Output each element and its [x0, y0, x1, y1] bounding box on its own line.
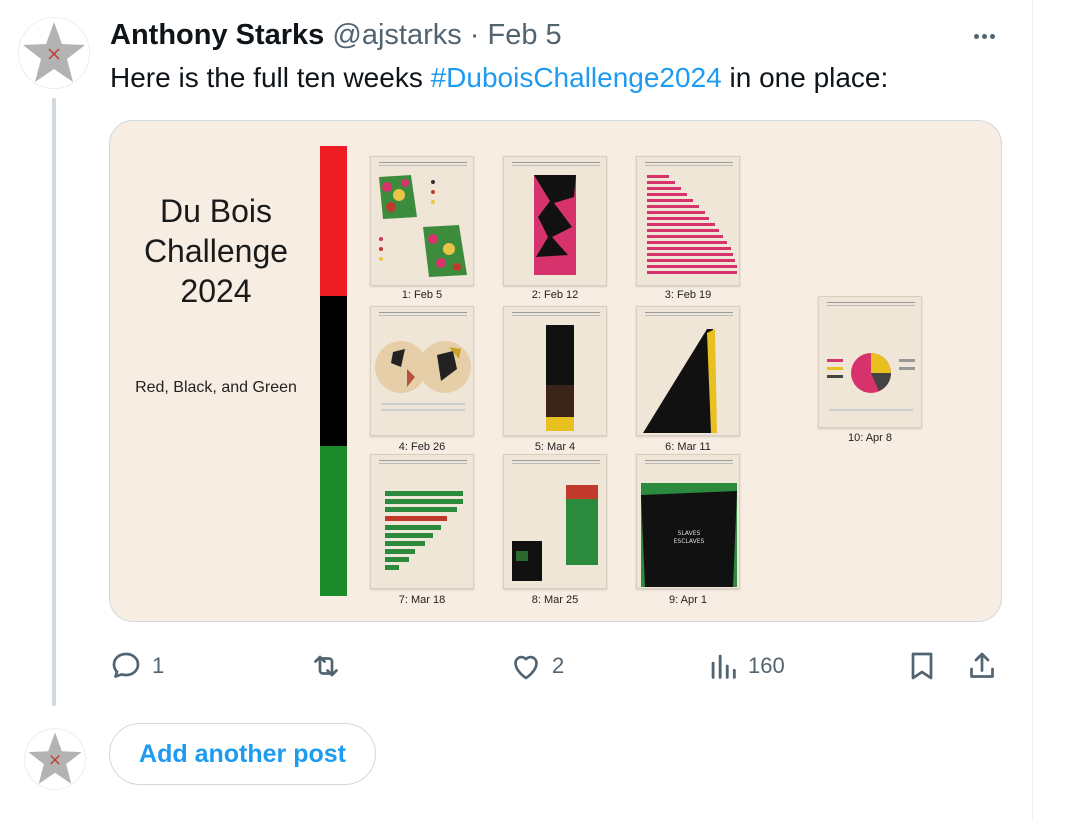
hashtag-link[interactable]: #DuboisChallenge2024 — [431, 62, 722, 93]
caption-1: 1: Feb 5 — [401, 289, 443, 301]
post-header: Anthony Starks @ajstarks · Feb 5 — [110, 17, 562, 53]
caption-2: 2: Feb 12 — [531, 289, 579, 301]
like-button[interactable]: 2 — [508, 644, 564, 688]
svg-text:ESCLAVES: ESCLAVES — [674, 538, 705, 545]
more-options-icon[interactable] — [966, 22, 1002, 50]
caption-8: 8: Mar 25 — [531, 594, 579, 606]
separator: · — [461, 19, 488, 51]
caption-9: 9: Apr 1 — [669, 594, 707, 606]
thumbnail-7 — [370, 454, 474, 589]
image-title: Du Bois Challenge 2024 — [110, 191, 322, 311]
repost-button[interactable] — [308, 644, 352, 688]
thumbnail-10 — [818, 296, 922, 428]
thumbnail-1 — [370, 156, 474, 286]
thumbnail-8 — [503, 454, 607, 589]
caption-6: 6: Mar 11 — [665, 441, 711, 453]
author-handle[interactable]: @ajstarks — [332, 19, 461, 51]
views-icon — [711, 654, 736, 679]
thread-line — [52, 98, 56, 706]
image-title-line-2: Challenge — [143, 233, 289, 269]
repost-icon — [314, 655, 338, 677]
bookmark-button[interactable] — [904, 644, 940, 688]
heart-icon — [514, 655, 538, 680]
share-icon — [970, 652, 994, 678]
bookmark-icon — [911, 652, 933, 680]
reply-icon — [112, 652, 140, 678]
author-name[interactable]: Anthony Starks — [110, 19, 324, 51]
caption-3: 3: Feb 19 — [664, 289, 712, 301]
thumbnail-6 — [636, 306, 740, 436]
reply-button[interactable]: 1 — [108, 644, 164, 688]
post-text-after: in one place: — [721, 62, 889, 93]
caption-4: 4: Feb 26 — [398, 441, 446, 453]
thumbnail-9: SLAVES ESCLAVES — [636, 454, 740, 589]
share-button[interactable] — [964, 644, 1000, 688]
caption-7: 7: Mar 18 — [398, 594, 446, 606]
column-divider — [1032, 0, 1033, 820]
reply-count: 1 — [152, 653, 165, 678]
thumbnail-5 — [503, 306, 607, 436]
post-text: Here is the full ten weeks #DuboisChalle… — [110, 60, 888, 96]
star-avatar-icon — [23, 22, 85, 82]
composer-avatar[interactable] — [24, 728, 86, 790]
action-bar: 1 2 160 — [0, 644, 1032, 688]
thumbnail-2 — [503, 156, 607, 286]
thumbnail-4 — [370, 306, 474, 436]
tricolor-flag — [320, 146, 347, 596]
view-count: 160 — [748, 653, 785, 678]
caption-10: 10: Apr 8 — [847, 432, 893, 444]
thumbnail-3 — [636, 156, 740, 286]
post-text-before: Here is the full ten weeks — [110, 62, 431, 93]
like-count: 2 — [552, 653, 565, 678]
svg-text:SLAVES: SLAVES — [678, 530, 701, 537]
star-avatar-icon — [28, 732, 82, 784]
add-another-post-button[interactable]: Add another post — [109, 723, 376, 785]
caption-5: 5: Mar 4 — [534, 441, 576, 453]
image-title-line-1: Du Bois — [159, 193, 273, 229]
views-button[interactable]: 160 — [706, 644, 785, 688]
image-subtitle: Red, Black, and Green — [135, 379, 297, 396]
post-date[interactable]: Feb 5 — [488, 19, 562, 51]
flag-red-band — [320, 146, 347, 296]
flag-black-band — [320, 296, 347, 446]
flag-green-band — [320, 446, 347, 596]
author-avatar[interactable] — [18, 17, 90, 89]
image-title-line-3: 2024 — [180, 273, 252, 309]
post-image[interactable]: Du Bois Challenge 2024 Red, Black, and G… — [109, 120, 1002, 622]
